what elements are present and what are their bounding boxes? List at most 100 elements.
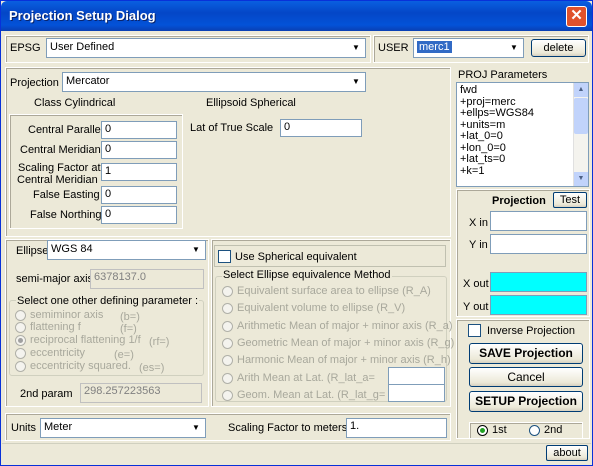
method-label: Arith Mean at Lat. (R_lat_a=: [237, 372, 375, 384]
lat-true-scale-input[interactable]: 0: [280, 119, 362, 137]
false-northing-label: False Northing: [30, 209, 102, 221]
proj-params-scrollbar[interactable]: ▲ ▼: [573, 83, 588, 186]
scroll-thumb[interactable]: [574, 98, 588, 134]
title-bar[interactable]: Projection Setup Dialog ✕: [1, 1, 592, 31]
method-radio-rh[interactable]: Harmonic Mean of major + minor axis (R_h…: [222, 354, 451, 366]
x-out-field: [490, 272, 587, 292]
epsg-value: User Defined: [50, 41, 115, 53]
x-out-label: X out: [463, 278, 489, 290]
delete-button[interactable]: delete: [531, 39, 586, 57]
radio-icon: [529, 424, 540, 436]
x-in-input[interactable]: [490, 211, 587, 231]
radio-icon: [222, 389, 233, 401]
method-radio-ra-arith[interactable]: Arithmetic Mean of major + minor axis (R…: [222, 320, 452, 332]
lat-true-scale-label: Lat of True Scale: [190, 122, 274, 134]
semi-major-label: semi-major axis: [16, 273, 94, 285]
inverse-checkbox[interactable]: [468, 324, 481, 337]
method-radio-ra[interactable]: Equivalent surface area to ellipse (R_A): [222, 285, 431, 297]
radio-icon: [222, 337, 233, 349]
y-in-input[interactable]: [490, 234, 587, 254]
window-title: Projection Setup Dialog: [9, 8, 156, 23]
radio-icon: [15, 347, 26, 359]
units-select[interactable]: Meter ▼: [40, 418, 206, 438]
spherical-checkbox-label: Use Spherical equivalent: [235, 251, 357, 263]
scaling-factor-label: Scaling Factor at: [18, 162, 101, 174]
first-radio[interactable]: 1st: [477, 424, 507, 436]
save-projection-button[interactable]: SAVE Projection: [469, 343, 583, 364]
chevron-down-icon: ▼: [188, 420, 204, 436]
status-divider: [2, 443, 591, 444]
chevron-down-icon: ▼: [348, 40, 364, 56]
proj-param-line: +lat_ts=0: [460, 153, 506, 165]
eccentricity-radio[interactable]: eccentricity: [15, 347, 85, 359]
central-parallel-input[interactable]: 0: [101, 121, 177, 139]
chevron-down-icon: ▼: [348, 74, 364, 90]
projection-select[interactable]: Mercator ▼: [62, 72, 366, 92]
semi-major-input[interactable]: 6378137.0: [90, 269, 204, 289]
option-label: eccentricity squared.: [30, 360, 131, 372]
scaling-factor-input[interactable]: 1: [101, 163, 177, 181]
radio-icon: [15, 360, 26, 372]
method-radio-rlat-a[interactable]: Arith Mean at Lat. (R_lat_a=: [222, 372, 375, 384]
setup-projection-button[interactable]: SETUP Projection: [469, 391, 583, 412]
test-projection-label: Projection: [492, 195, 546, 207]
test-button[interactable]: Test: [553, 192, 587, 208]
radio-icon: [222, 320, 233, 332]
units-value: Meter: [44, 421, 73, 433]
ellipse-label: Ellipse: [16, 245, 49, 257]
method-radio-rlat-g[interactable]: Geom. Mean at Lat. (R_lat_g=: [222, 389, 385, 401]
semiminor-radio[interactable]: semiminor axis: [15, 309, 103, 321]
radio-selected-icon: [477, 424, 488, 436]
ellipse-select[interactable]: WGS 84 ▼: [47, 240, 206, 260]
cancel-button[interactable]: Cancel: [469, 367, 583, 387]
rlat-a-input[interactable]: [388, 367, 445, 385]
option-label: eccentricity: [30, 347, 86, 359]
rlat-g-input[interactable]: [388, 384, 445, 402]
proj-params-title: PROJ Parameters: [458, 69, 548, 81]
scroll-down-icon[interactable]: ▼: [574, 172, 588, 186]
method-label: Geometric Mean of major + minor axis (R_…: [237, 337, 455, 349]
second-radio[interactable]: 2nd: [529, 424, 562, 436]
other-param-title: Select one other defining parameter :: [16, 295, 200, 307]
central-meridian-input[interactable]: 0: [101, 141, 177, 159]
epsg-select[interactable]: User Defined ▼: [46, 38, 366, 58]
false-easting-input[interactable]: 0: [101, 186, 177, 204]
method-label: Geom. Mean at Lat. (R_lat_g=: [237, 389, 386, 401]
user-label: USER: [378, 42, 409, 54]
central-meridian-label: Central Meridian: [20, 144, 101, 156]
false-easting-label: False Easting: [33, 189, 100, 201]
projection-label: Projection: [10, 77, 59, 89]
radio-icon: [222, 354, 233, 366]
method-radio-rg[interactable]: Geometric Mean of major + minor axis (R_…: [222, 337, 454, 349]
y-out-label: Y out: [463, 301, 489, 313]
units-label: Units: [11, 422, 37, 434]
proj-params-list[interactable]: fwd +proj=merc +ellps=WGS84 +units=m +la…: [456, 82, 589, 187]
scroll-up-icon[interactable]: ▲: [574, 83, 588, 97]
proj-param-line: +ellps=WGS84: [460, 107, 534, 119]
about-button[interactable]: about: [546, 445, 588, 461]
second-param-label: 2nd param: [20, 388, 73, 400]
radio-icon: [222, 285, 233, 297]
method-radio-rv[interactable]: Equivalent volume to ellipse (R_V): [222, 302, 405, 314]
second-param-input[interactable]: 298.257223563: [80, 383, 202, 403]
proj-params-text: fwd +proj=merc +ellps=WGS84 +units=m +la…: [460, 84, 534, 177]
class-text: Class Cylindrical: [34, 97, 116, 109]
projection-value: Mercator: [66, 75, 110, 87]
method-title: Select Ellipse equivalence Method: [222, 269, 392, 281]
spherical-checkbox[interactable]: [218, 250, 231, 263]
scale-to-meters-input[interactable]: 1.: [346, 418, 447, 438]
method-label: Harmonic Mean of major + minor axis (R_h…: [237, 354, 451, 366]
eccentricity-squared-radio[interactable]: eccentricity squared.: [15, 360, 131, 372]
option-code: (es=): [139, 362, 165, 374]
user-select[interactable]: merc1 ▼: [413, 38, 524, 58]
flattening-radio[interactable]: flattening f: [15, 321, 81, 333]
radio-icon: [222, 372, 233, 384]
x-in-label: X in: [469, 217, 488, 229]
false-northing-input[interactable]: 0: [101, 206, 177, 224]
chevron-down-icon: ▼: [506, 40, 522, 56]
proj-param-line: +lat_0=0: [460, 130, 503, 142]
proj-param-line: fwd: [460, 84, 478, 96]
close-button[interactable]: ✕: [566, 6, 587, 27]
reciprocal-flattening-radio[interactable]: reciprocal flattening 1/f: [15, 334, 141, 346]
radio-selected-icon: [15, 334, 26, 346]
